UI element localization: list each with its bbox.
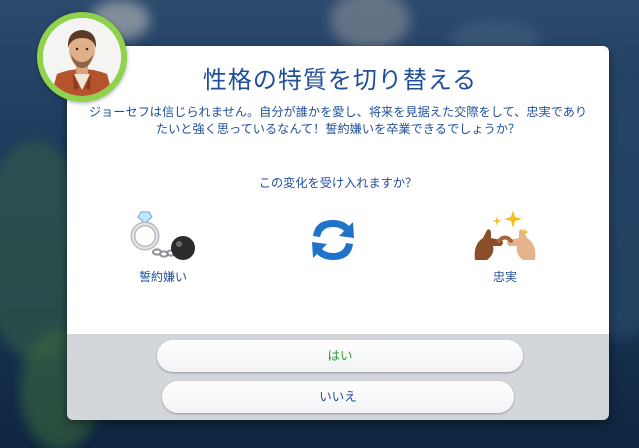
background-sim-hair [330, 0, 410, 50]
pinky-promise-icon [474, 210, 536, 260]
dialog-message: ジョーセフは信じられません。自分が誰かを愛し、将来を見据えた交際をして、忠実であ… [88, 105, 588, 136]
sim-portrait-icon [43, 18, 121, 96]
from-trait-label: 誓約嫌い [138, 270, 187, 284]
no-button[interactable]: いいえ [162, 381, 514, 413]
yes-button[interactable]: はい [157, 340, 523, 372]
ring-ball-and-chain-icon [130, 211, 195, 260]
game-screen: 性格の特質を切り替える ジョーセフは信じられません。自分が誰かを愛し、将来を見据… [0, 0, 639, 448]
to-trait: 忠実 [460, 208, 550, 285]
dialog-title: 性格の特質を切り替える [202, 66, 478, 94]
dialog-prompt: この変化を受け入れますか？ [258, 176, 418, 190]
to-trait-label: 忠実 [492, 270, 517, 284]
from-trait: 誓約嫌い [118, 208, 208, 285]
sim-portrait [37, 12, 127, 102]
swap-arrows-icon [312, 220, 354, 260]
